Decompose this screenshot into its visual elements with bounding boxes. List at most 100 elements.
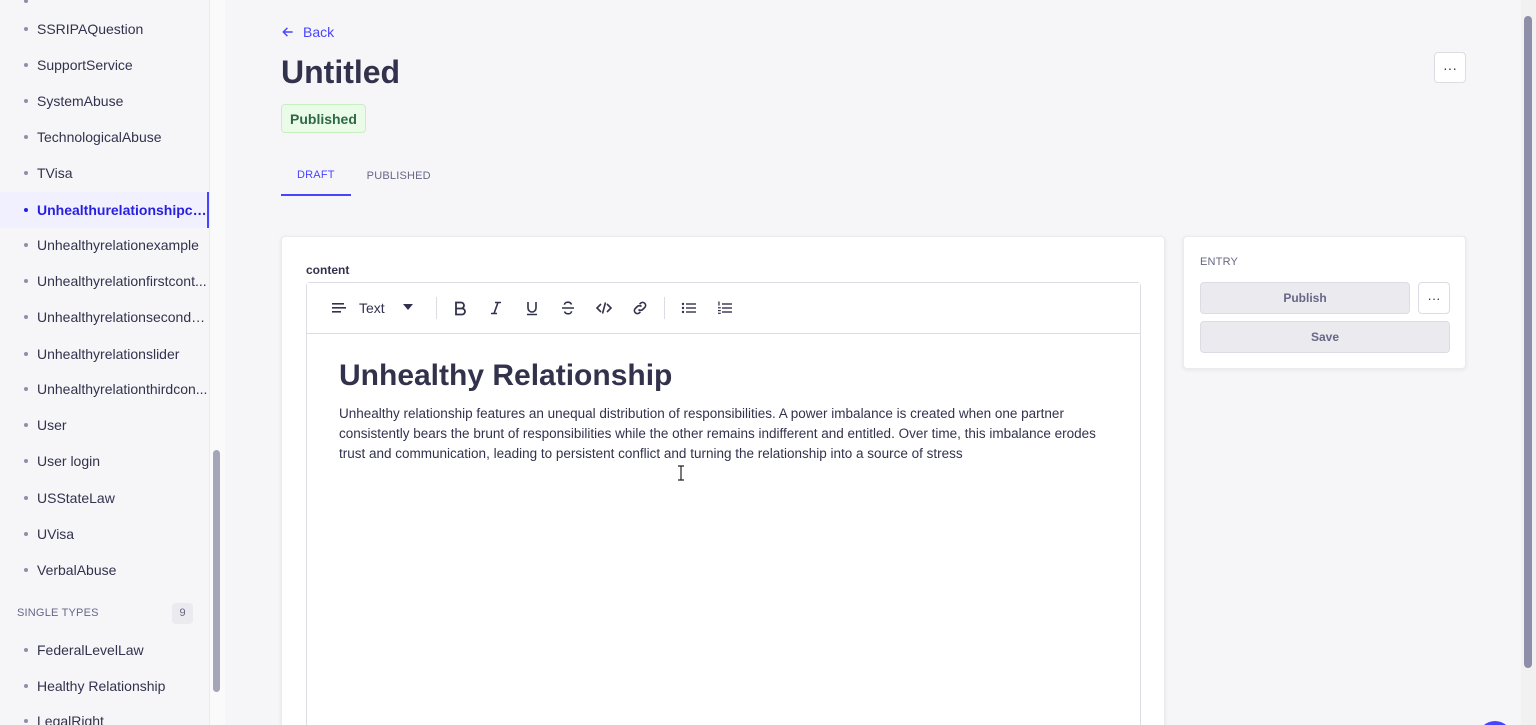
link-icon[interactable] [628,296,652,320]
editor-content[interactable]: Unhealthy Relationship Unhealthy relatio… [339,358,1109,464]
sidebar-item-systemabuse[interactable]: SystemAbuse [0,83,209,119]
rich-text-editor[interactable]: Text Unhealthy Relationship Unhealthy re… [306,282,1141,725]
bullet-icon [24,99,28,103]
bullet-icon [24,352,28,356]
sidebar-item-partial[interactable] [0,0,209,6]
sidebar-item-legalright[interactable]: LegalRight [0,703,209,725]
bullet-icon [24,279,28,283]
sidebar-item-supportservice[interactable]: SupportService [0,47,209,83]
sidebar-item-unhealthyrelationfirstcont[interactable]: Unhealthyrelationfirstcont... [0,263,209,299]
bullet-icon [24,423,28,427]
bullet-icon [24,0,28,3]
sidebar-item-label: FederalLevelLaw [37,642,144,658]
bullet-icon [24,459,28,463]
chevron-down-icon [403,304,413,310]
bulleted-list-icon[interactable] [677,296,701,320]
sidebar-item-unhealthyrelationslider[interactable]: Unhealthyrelationslider [0,336,209,372]
bold-icon[interactable] [448,296,472,320]
bullet-icon [24,243,28,247]
version-tabs: DRAFT PUBLISHED [281,156,447,196]
sidebar-item-federallevellaw[interactable]: FederalLevelLaw [0,632,209,668]
sidebar-item-label: TVisa [37,165,73,181]
sidebar-item-label: SupportService [37,57,133,73]
edit-view: Back Untitled Published ··· DRAFT PUBLIS… [225,0,1521,725]
bullet-icon [24,27,28,31]
more-actions-button[interactable]: ··· [1434,52,1466,83]
toolbar-divider [664,297,665,319]
italic-icon[interactable] [484,296,508,320]
bullet-icon [24,387,28,391]
sidebar-item-label: LegalRight [37,713,104,725]
text-cursor-icon [678,465,684,481]
bullet-icon [24,63,28,67]
bullet-icon [24,171,28,175]
sidebar-item-tvisa[interactable]: TVisa [0,155,209,191]
bullet-icon [24,135,28,139]
sidebar-item-verbalabuse[interactable]: VerbalAbuse [0,552,209,588]
arrow-left-icon [282,27,293,37]
sidebar-item-label: Healthy Relationship [37,678,166,694]
field-label: content [306,263,350,277]
entry-panel: ENTRY Publish ··· Save [1183,236,1466,369]
sidebar-item-label: TechnologicalAbuse [37,129,162,145]
sidebar-item-user-login[interactable]: User login [0,443,209,479]
page-title: Untitled [281,54,401,90]
code-icon[interactable] [592,296,616,320]
sidebar-item-label: Unhealthyrelationthirdcon... [37,381,208,397]
status-badge: Published [281,104,366,133]
content-paragraph[interactable]: Unhealthy relationship features an unequ… [339,404,1109,464]
tab-published[interactable]: PUBLISHED [351,156,447,196]
sidebar-item-label: User [37,417,67,433]
paragraph-icon [332,303,346,313]
sidebar-item-unhealthyrelationexample[interactable]: Unhealthyrelationexample [0,227,209,263]
section-title: SINGLE TYPES [17,607,99,619]
underline-icon[interactable] [520,296,544,320]
bullet-icon [24,568,28,572]
block-type-select[interactable]: Text [327,296,423,320]
sidebar-item-label: Unhealthyrelationsecondc... [37,309,209,325]
sidebar-item-label: SSRIPAQuestion [37,21,144,37]
tab-draft[interactable]: DRAFT [281,156,351,196]
strikethrough-icon[interactable] [556,296,580,320]
sidebar-item-usstatelaw[interactable]: USStateLaw [0,480,209,516]
sidebar-item-label: Unhealthyrelationfirstcont... [37,273,207,289]
bullet-icon [24,532,28,536]
entry-panel-title: ENTRY [1200,256,1239,268]
sidebar-scrollbar-thumb[interactable] [213,450,220,692]
bullet-icon [24,496,28,500]
main-scrollbar-thumb[interactable] [1524,16,1532,668]
toolbar-divider [436,297,437,319]
bullet-icon [24,208,28,212]
sidebar-item-technologicalabuse[interactable]: TechnologicalAbuse [0,119,209,155]
editor-toolbar: Text [307,283,1140,334]
sidebar-item-unhealthyrelationthirdcon[interactable]: Unhealthyrelationthirdcon... [0,371,209,407]
publish-button[interactable]: Publish [1200,282,1410,314]
single-types-header[interactable]: SINGLE TYPES 9 [17,602,193,624]
sidebar-item-label: VerbalAbuse [37,562,117,578]
sidebar-item-ssripaquestion[interactable]: SSRIPAQuestion [0,11,209,47]
block-type-value: Text [359,300,385,316]
sidebar-item-label: UVisa [37,526,75,542]
bullet-icon [24,684,28,688]
save-button[interactable]: Save [1200,321,1450,353]
sidebar-item-healthy-relationship[interactable]: Healthy Relationship [0,668,209,704]
sidebar-item-label: Unhealthurelationshipco... [37,202,207,218]
sidebar-item-unhealthurelationshipco[interactable]: Unhealthurelationshipco... [0,192,209,228]
back-link[interactable]: Back [281,24,334,40]
sidebar-item-uvisa[interactable]: UVisa [0,516,209,552]
sidebar-item-unhealthyrelationsecondc[interactable]: Unhealthyrelationsecondc... [0,299,209,335]
content-heading[interactable]: Unhealthy Relationship [339,358,1109,394]
count-badge: 9 [172,602,193,624]
entry-more-button[interactable]: ··· [1418,282,1450,314]
numbered-list-icon[interactable] [713,296,737,320]
sidebar-item-user[interactable]: User [0,407,209,443]
bullet-icon [24,315,28,319]
sidebar-item-label: USStateLaw [37,490,115,506]
sidebar-item-label: User login [37,453,101,469]
sidebar-item-label: Unhealthyrelationslider [37,346,180,362]
back-label: Back [303,24,335,40]
bullet-icon [24,719,28,723]
sidebar-item-label: Unhealthyrelationexample [37,237,199,253]
content-type-sidebar: SSRIPAQuestion SupportService SystemAbus… [0,0,209,725]
sidebar-item-label: SystemAbuse [37,93,124,109]
